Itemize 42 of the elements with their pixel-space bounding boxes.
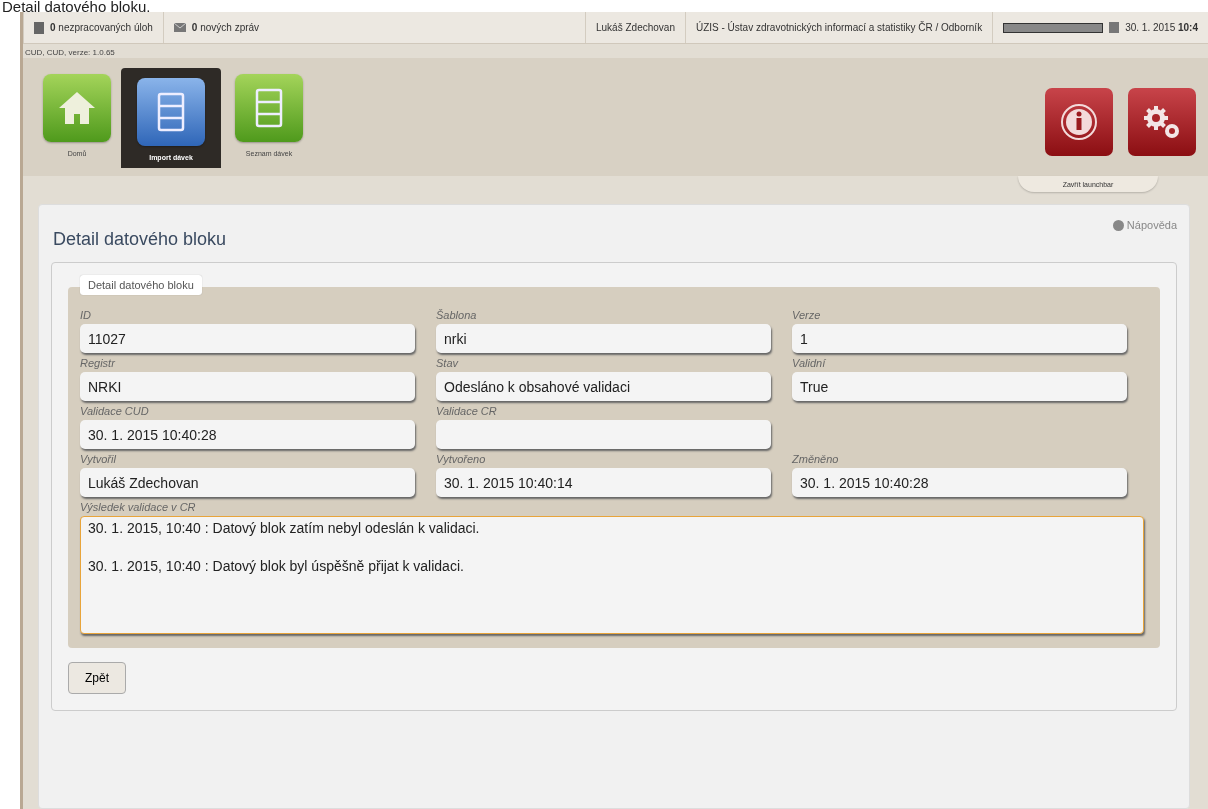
- date-time: 30. 1. 2015 10:4: [1125, 22, 1198, 33]
- field-label: Stav: [436, 357, 460, 371]
- input-field[interactable]: 30. 1. 2015 10:40:28: [792, 468, 1127, 497]
- envelope-icon: [173, 23, 186, 32]
- text-area[interactable]: 30. 1. 2015, 10:40 : Datový blok zatím nebyl odeslán k validaci. 30. 1. 2015, 10:40 : Datový blok byl úspěšně přijat k validaci.: [80, 516, 1144, 634]
- organization-role: ÚZIS - Ústav zdravotnických informací a statistiky ČR / Odborník: [695, 22, 983, 33]
- field-label: Verze: [792, 309, 822, 323]
- fieldset-legend: Detail datového bloku: [80, 275, 202, 295]
- info-button[interactable]: [1045, 88, 1113, 156]
- input-field[interactable]: 11027: [80, 324, 415, 353]
- input-field[interactable]: Odesláno k obsahové validaci: [436, 372, 771, 401]
- input-field[interactable]: True: [792, 372, 1127, 401]
- list-icon: [157, 92, 185, 132]
- messages-count[interactable]: 0 nových zpráv: [191, 22, 260, 33]
- field-label: Vytvořeno: [436, 453, 487, 467]
- input-field[interactable]: 30. 1. 2015 10:40:14: [436, 468, 771, 497]
- version-text: CUD, CUD, verze: 1.0.65: [24, 47, 116, 58]
- input-field[interactable]: 1: [792, 324, 1127, 353]
- tasks-count[interactable]: 0 nezpracovaných úloh: [50, 22, 153, 33]
- field-label: Validace CUD: [80, 405, 150, 419]
- list-icon: [255, 88, 283, 128]
- info-icon: [1059, 102, 1099, 142]
- settings-button[interactable]: [1128, 88, 1196, 156]
- gears-icon: [1142, 104, 1182, 140]
- page-caption: Detail datového bloku.: [1, 0, 152, 12]
- input-field[interactable]: 30. 1. 2015 10:40:28: [80, 420, 415, 449]
- back-button[interactable]: Zpět: [68, 662, 126, 694]
- page-title: Detail datového bloku: [53, 229, 227, 250]
- field-label: Validní: [792, 357, 827, 371]
- field-label: Změněno: [792, 453, 840, 467]
- field-label: ID: [80, 309, 92, 323]
- house-icon: [57, 90, 97, 126]
- user-name[interactable]: Lukáš Zdechovan: [596, 22, 675, 33]
- field-label: Vytvořil: [80, 453, 117, 467]
- field-label: Registr: [80, 357, 116, 371]
- field-label: Šablona: [436, 309, 478, 323]
- input-field[interactable]: nrki: [436, 324, 771, 353]
- field-label: Výsledek validace v CR: [80, 501, 197, 515]
- field-label: Validace CR: [436, 405, 498, 419]
- input-field[interactable]: [436, 420, 771, 449]
- input-field[interactable]: NRKI: [80, 372, 415, 401]
- input-field[interactable]: Lukáš Zdechovan: [80, 468, 415, 497]
